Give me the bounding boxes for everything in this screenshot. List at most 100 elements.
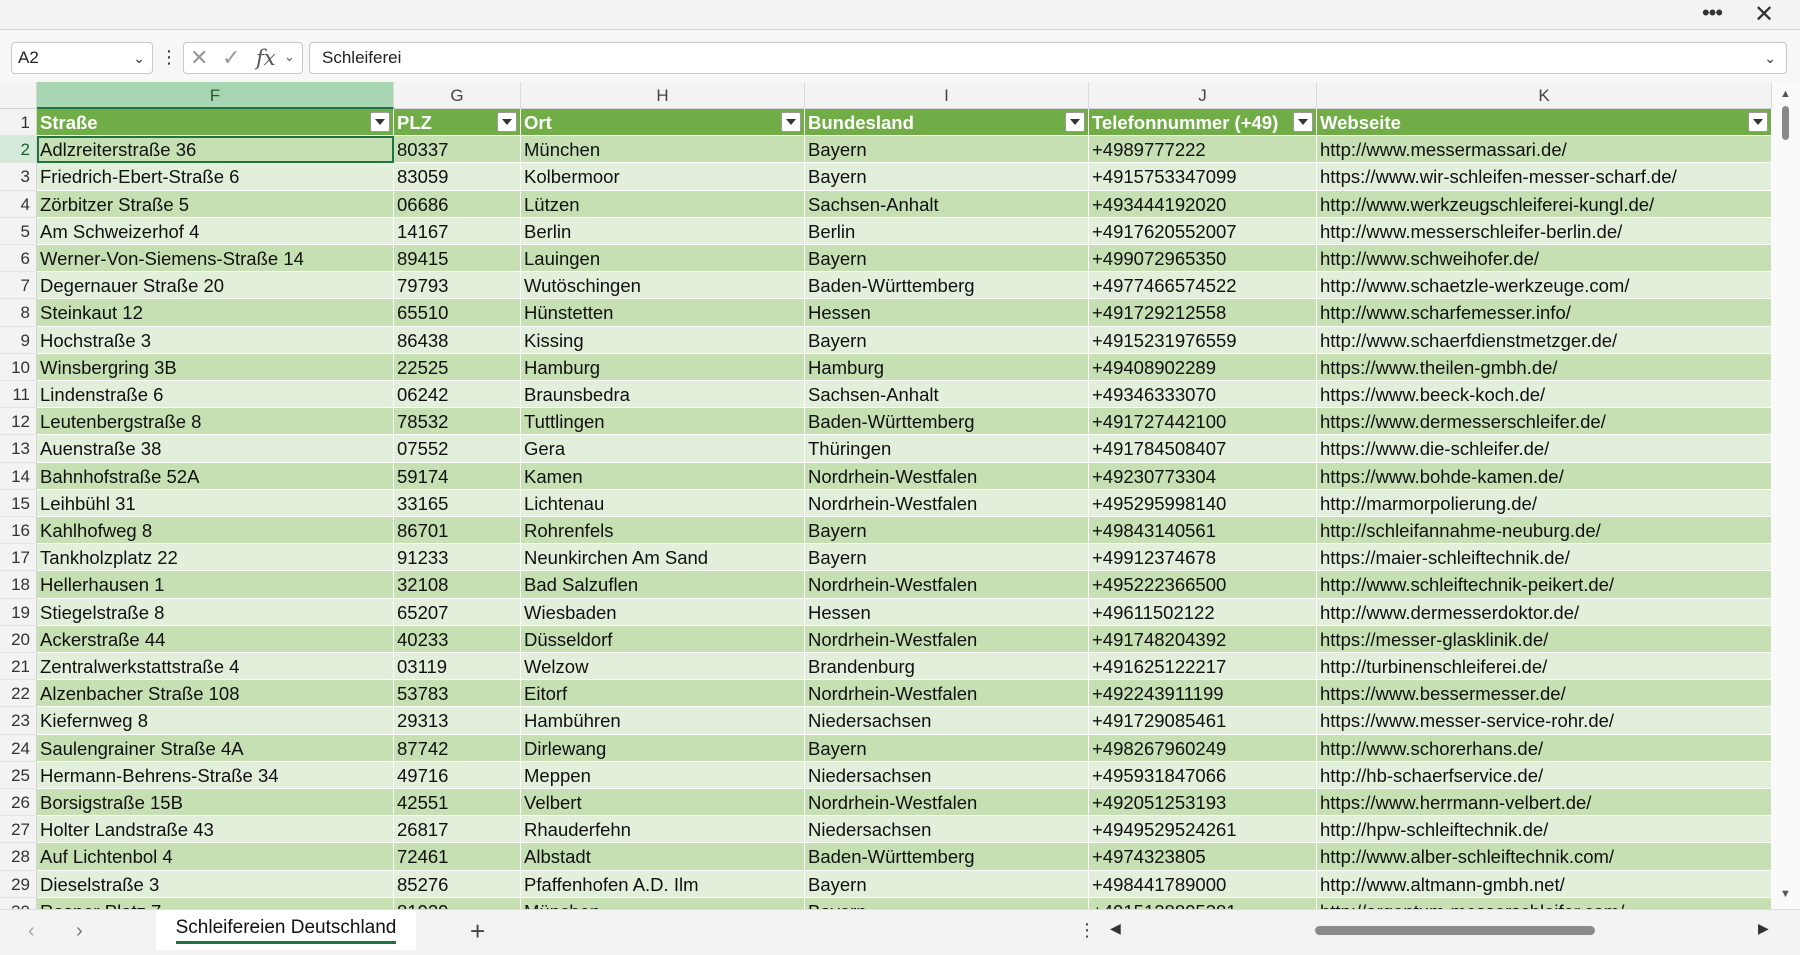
row-header[interactable]: 4 bbox=[0, 190, 37, 218]
cell-telefon[interactable]: +495222366500 bbox=[1089, 571, 1317, 599]
cell-ort[interactable]: Lichtenau bbox=[521, 489, 805, 517]
cell-plz[interactable]: 14167 bbox=[394, 217, 521, 245]
row-header[interactable]: 5 bbox=[0, 217, 37, 245]
cell-telefon[interactable]: +491784508407 bbox=[1089, 435, 1317, 463]
scroll-thumb[interactable] bbox=[1315, 926, 1595, 935]
row-header[interactable]: 18 bbox=[0, 571, 37, 599]
cell-strasse[interactable]: Leutenbergstraße 8 bbox=[37, 408, 394, 436]
row-header[interactable]: 7 bbox=[0, 272, 37, 300]
scroll-thumb[interactable] bbox=[1782, 106, 1789, 140]
cancel-icon[interactable]: ✕ bbox=[190, 45, 208, 71]
column-header-j[interactable]: J bbox=[1089, 82, 1317, 109]
cell-plz[interactable]: 07552 bbox=[394, 435, 521, 463]
cell-strasse[interactable]: Auf Lichtenbol 4 bbox=[37, 843, 394, 871]
cell-webseite[interactable]: https://www.die-schleifer.de/ bbox=[1317, 435, 1772, 463]
cell-plz[interactable]: 65207 bbox=[394, 598, 521, 626]
cell-ort[interactable]: Kolbermoor bbox=[521, 163, 805, 191]
row-header[interactable]: 28 bbox=[0, 843, 37, 871]
cell-webseite[interactable]: http://www.messerschleifer-berlin.de/ bbox=[1317, 217, 1772, 245]
cell-plz[interactable]: 87742 bbox=[394, 734, 521, 762]
cell-strasse[interactable]: Hellerhausen 1 bbox=[37, 571, 394, 599]
cell-ort[interactable]: Hünstetten bbox=[521, 299, 805, 327]
vertical-ellipsis-icon[interactable]: ⋮ bbox=[1078, 920, 1096, 941]
cell-bundesland[interactable]: Nordrhein-Westfalen bbox=[805, 489, 1089, 517]
vertical-ellipsis-icon[interactable]: ⋮ bbox=[160, 42, 178, 74]
cell-bundesland[interactable]: Baden-Württemberg bbox=[805, 843, 1089, 871]
cell-webseite[interactable]: http://argentum-messerschleifer.com/ bbox=[1317, 897, 1772, 909]
cell-plz[interactable]: 03119 bbox=[394, 653, 521, 681]
cell-bundesland[interactable]: Bayern bbox=[805, 517, 1089, 545]
cell-telefon[interactable]: +4917620552007 bbox=[1089, 217, 1317, 245]
cell-webseite[interactable]: http://www.schorerhans.de/ bbox=[1317, 734, 1772, 762]
filter-dropdown-icon[interactable] bbox=[1293, 112, 1313, 132]
cell-plz[interactable]: 78532 bbox=[394, 408, 521, 436]
cell-telefon[interactable]: +4974323805 bbox=[1089, 843, 1317, 871]
cell-webseite[interactable]: http://schleifannahme-neuburg.de/ bbox=[1317, 517, 1772, 545]
cell-telefon[interactable]: +491727442100 bbox=[1089, 408, 1317, 436]
cell-webseite[interactable]: https://messer-glasklinik.de/ bbox=[1317, 625, 1772, 653]
cell-ort[interactable]: Kissing bbox=[521, 326, 805, 354]
row-header[interactable]: 8 bbox=[0, 299, 37, 327]
header-cell-ort[interactable]: Ort bbox=[521, 109, 805, 137]
row-header[interactable]: 9 bbox=[0, 326, 37, 354]
cell-ort[interactable]: München bbox=[521, 897, 805, 909]
row-header[interactable]: 23 bbox=[0, 707, 37, 735]
row-header[interactable]: 12 bbox=[0, 408, 37, 436]
cell-ort[interactable]: Lauingen bbox=[521, 245, 805, 273]
row-header[interactable]: 16 bbox=[0, 517, 37, 545]
row-header[interactable]: 29 bbox=[0, 870, 37, 898]
cell-strasse[interactable]: Lindenstraße 6 bbox=[37, 381, 394, 409]
cell-plz[interactable]: 42551 bbox=[394, 789, 521, 817]
cell-bundesland[interactable]: Hamburg bbox=[805, 353, 1089, 381]
row-header[interactable]: 10 bbox=[0, 353, 37, 381]
cell-telefon[interactable]: +49408902289 bbox=[1089, 353, 1317, 381]
cell-telefon[interactable]: +498441789000 bbox=[1089, 870, 1317, 898]
cell-bundesland[interactable]: Bayern bbox=[805, 734, 1089, 762]
cell-strasse[interactable]: Rosner Platz 7 bbox=[37, 897, 394, 909]
cell-webseite[interactable]: http://hpw-schleiftechnik.de/ bbox=[1317, 816, 1772, 844]
cell-telefon[interactable]: +4915753347099 bbox=[1089, 163, 1317, 191]
cell-strasse[interactable]: Friedrich-Ebert-Straße 6 bbox=[37, 163, 394, 191]
cell-ort[interactable]: Gera bbox=[521, 435, 805, 463]
cell-ort[interactable]: Pfaffenhofen A.D. Ilm bbox=[521, 870, 805, 898]
cell-webseite[interactable]: http://www.schaerfdienstmetzger.de/ bbox=[1317, 326, 1772, 354]
cell-strasse[interactable]: Zentralwerkstattstraße 4 bbox=[37, 653, 394, 681]
cell-strasse[interactable]: Stiegelstraße 8 bbox=[37, 598, 394, 626]
cell-plz[interactable]: 89415 bbox=[394, 245, 521, 273]
header-cell-strasse[interactable]: Straße bbox=[37, 109, 394, 137]
cell-strasse[interactable]: Borsigstraße 15B bbox=[37, 789, 394, 817]
cell-telefon[interactable]: +4915231976559 bbox=[1089, 326, 1317, 354]
cell-bundesland[interactable]: Nordrhein-Westfalen bbox=[805, 680, 1089, 708]
column-header-g[interactable]: G bbox=[394, 82, 521, 109]
cell-telefon[interactable]: +4977466574522 bbox=[1089, 272, 1317, 300]
cell-strasse[interactable]: Adlzreiterstraße 36 bbox=[37, 136, 394, 164]
cell-bundesland[interactable]: Bayern bbox=[805, 163, 1089, 191]
cell-strasse[interactable]: Steinkaut 12 bbox=[37, 299, 394, 327]
cell-plz[interactable]: 91233 bbox=[394, 544, 521, 572]
filter-dropdown-icon[interactable] bbox=[1748, 112, 1768, 132]
cell-ort[interactable]: Rhauderfehn bbox=[521, 816, 805, 844]
cell-plz[interactable]: 49716 bbox=[394, 761, 521, 789]
cell-telefon[interactable]: +499072965350 bbox=[1089, 245, 1317, 273]
cell-ort[interactable]: Braunsbedra bbox=[521, 381, 805, 409]
cell-webseite[interactable]: https://maier-schleiftechnik.de/ bbox=[1317, 544, 1772, 572]
cell-ort[interactable]: Bad Salzuflen bbox=[521, 571, 805, 599]
row-header[interactable]: 30 bbox=[0, 897, 37, 909]
cell-telefon[interactable]: +49230773304 bbox=[1089, 462, 1317, 490]
formula-input[interactable]: Schleiferei ⌄ bbox=[309, 42, 1787, 74]
cell-strasse[interactable]: Zörbitzer Straße 5 bbox=[37, 190, 394, 218]
cell-bundesland[interactable]: Berlin bbox=[805, 217, 1089, 245]
row-header[interactable]: 22 bbox=[0, 680, 37, 708]
cell-strasse[interactable]: Am Schweizerhof 4 bbox=[37, 217, 394, 245]
cell-webseite[interactable]: http://www.schleiftechnik-peikert.de/ bbox=[1317, 571, 1772, 599]
cell-webseite[interactable]: http://turbinenschleiferei.de/ bbox=[1317, 653, 1772, 681]
cell-strasse[interactable]: Hermann-Behrens-Straße 34 bbox=[37, 761, 394, 789]
row-header[interactable]: 6 bbox=[0, 245, 37, 273]
cell-bundesland[interactable]: Nordrhein-Westfalen bbox=[805, 625, 1089, 653]
row-header[interactable]: 15 bbox=[0, 489, 37, 517]
cell-strasse[interactable]: Saulengrainer Straße 4A bbox=[37, 734, 394, 762]
cell-telefon[interactable]: +4949529524261 bbox=[1089, 816, 1317, 844]
cell-strasse[interactable]: Ackerstraße 44 bbox=[37, 625, 394, 653]
cell-webseite[interactable]: http://www.schaetzle-werkzeuge.com/ bbox=[1317, 272, 1772, 300]
cell-bundesland[interactable]: Baden-Württemberg bbox=[805, 408, 1089, 436]
